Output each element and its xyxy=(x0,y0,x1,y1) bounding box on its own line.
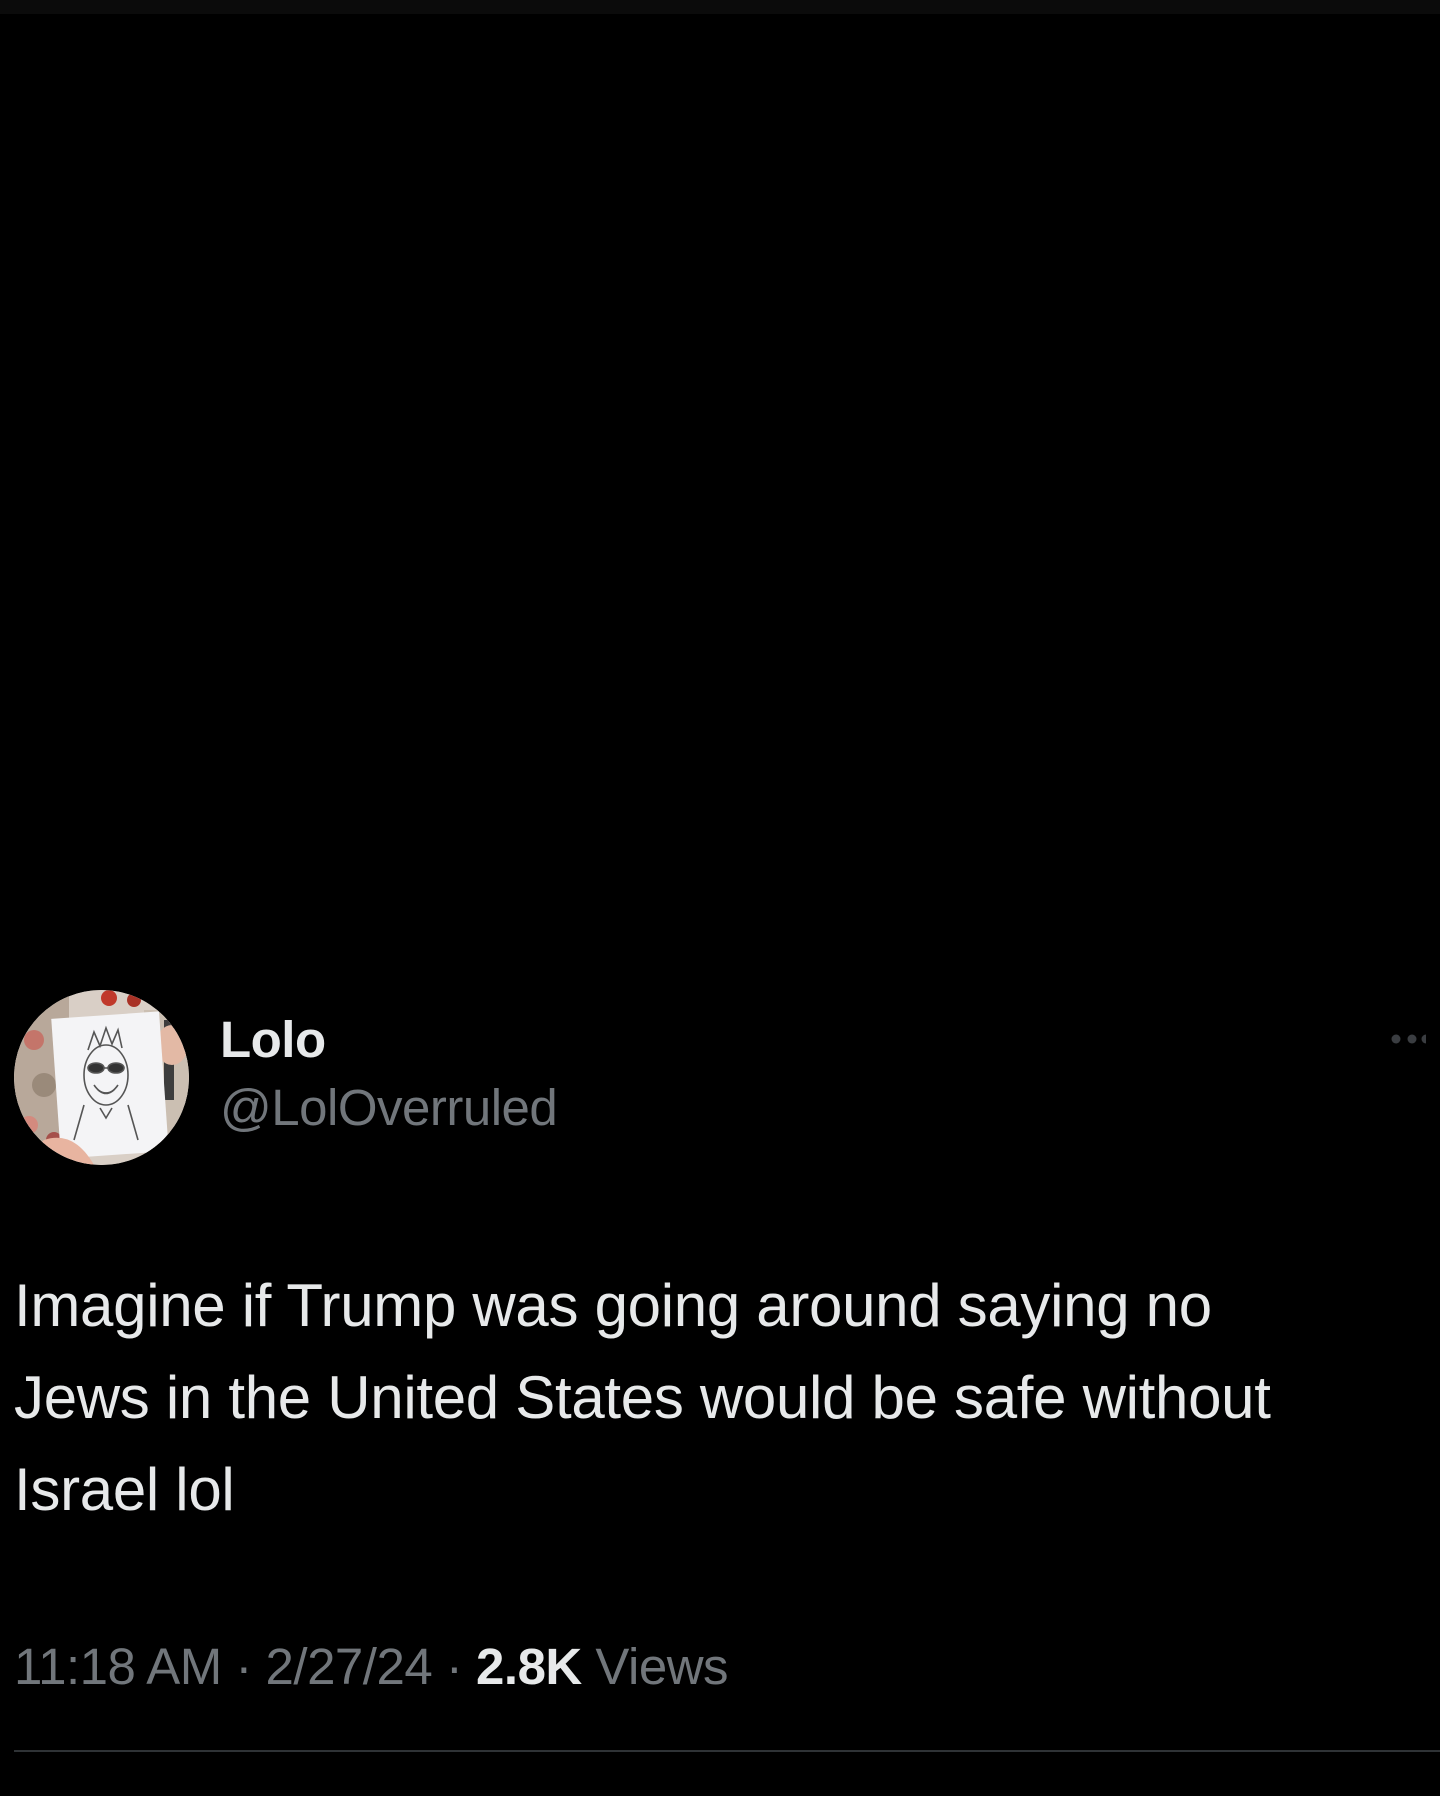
tweet-text: Imagine if Trump was going around saying… xyxy=(14,1272,1271,1523)
views-label: Views xyxy=(581,1638,729,1695)
divider xyxy=(14,1750,1440,1752)
user-handle[interactable]: @LolOverruled xyxy=(220,1078,558,1138)
more-horizontal-icon[interactable] xyxy=(1390,1032,1431,1046)
top-strip xyxy=(0,0,1440,14)
tweet-header: Lolo @LolOverruled xyxy=(14,990,1431,1166)
avatar-image xyxy=(14,990,189,1165)
views-count[interactable]: 2.8K xyxy=(476,1638,582,1695)
tweet-meta: 11:18 AM · 2/27/24 · 2.8K Views xyxy=(14,1637,729,1697)
meta-separator: · xyxy=(221,1638,266,1695)
author-names: Lolo @LolOverruled xyxy=(220,1010,558,1138)
tweet-time[interactable]: 11:18 AM xyxy=(14,1638,222,1695)
meta-separator: · xyxy=(432,1638,477,1695)
display-name[interactable]: Lolo xyxy=(220,1010,557,1070)
tweet-date[interactable]: 2/27/24 xyxy=(266,1638,433,1695)
avatar[interactable] xyxy=(14,990,189,1165)
